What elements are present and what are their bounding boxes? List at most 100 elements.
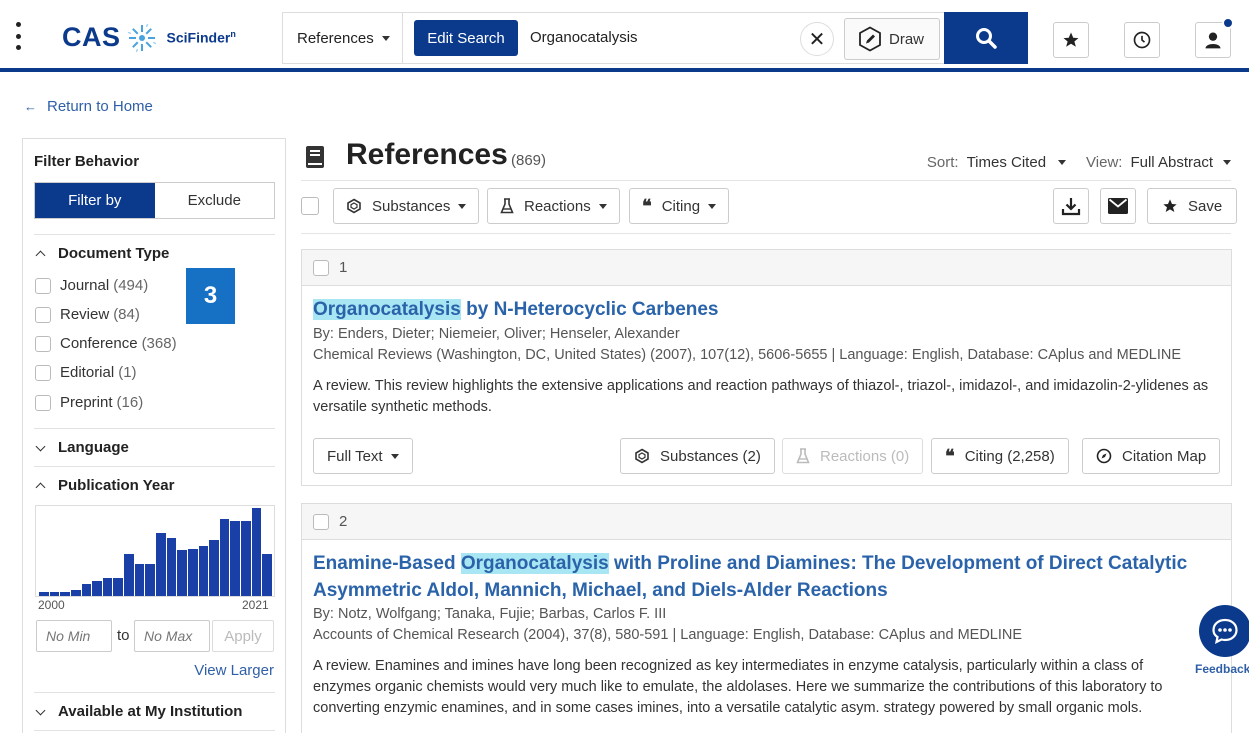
histogram-bar[interactable] — [165, 537, 177, 596]
envelope-icon — [1108, 198, 1128, 214]
histogram-bar[interactable] — [155, 532, 166, 596]
histogram-bar[interactable] — [197, 545, 209, 596]
flask-icon — [500, 198, 514, 214]
histogram-bar[interactable] — [240, 521, 251, 596]
citation-map-button[interactable]: Citation Map — [1082, 438, 1221, 474]
email-button[interactable] — [1100, 188, 1136, 224]
result-source: Chemical Reviews (Washington, DC, United… — [313, 347, 1182, 363]
caret-down-icon — [1223, 160, 1231, 165]
available-at-institution-header[interactable]: Available at My Institution — [35, 703, 242, 720]
menu-icon[interactable] — [14, 22, 22, 50]
result-card: 2 Enamine-Based Organocatalysis with Pro… — [301, 503, 1232, 733]
histogram-bar[interactable] — [261, 553, 272, 596]
sort-dropdown[interactable]: Times Cited — [967, 154, 1046, 171]
doc-type-preprint[interactable]: Preprint (16) — [35, 394, 143, 411]
citing-toolbar-button[interactable]: ❝ Citing — [629, 188, 730, 224]
reactions-toolbar-button[interactable]: Reactions — [487, 188, 620, 224]
divider — [34, 692, 275, 693]
result-checkbox[interactable] — [313, 513, 329, 530]
select-all-checkbox[interactable] — [301, 197, 319, 215]
histogram-bar[interactable] — [250, 508, 262, 596]
year-min-input[interactable]: No Min — [36, 620, 112, 652]
feedback-label[interactable]: Feedback — [1195, 662, 1249, 676]
year-range-to-label: to — [117, 627, 130, 644]
histogram-bar[interactable] — [80, 583, 92, 596]
quote-icon: ❝ — [945, 445, 955, 467]
filter-by-button[interactable]: Filter by — [35, 183, 155, 218]
substance-hexagon-icon — [634, 448, 650, 464]
logo-cas-text: CAS — [62, 22, 121, 52]
substance-hexagon-icon — [346, 198, 362, 214]
histogram-bar[interactable] — [144, 564, 155, 596]
checkbox[interactable] — [35, 306, 51, 323]
view-dropdown[interactable]: Full Abstract — [1130, 154, 1213, 171]
download-button[interactable] — [1053, 188, 1089, 224]
checkbox[interactable] — [35, 335, 51, 352]
histogram-bar[interactable] — [133, 564, 145, 596]
chevron-up-icon — [35, 482, 46, 493]
edit-search-button[interactable]: Edit Search — [414, 20, 518, 56]
view-larger-link[interactable]: View Larger — [194, 662, 274, 679]
search-input[interactable]: Organocatalysis — [530, 29, 638, 46]
draw-button[interactable]: Draw — [844, 18, 940, 60]
publication-year-header[interactable]: Publication Year — [35, 477, 174, 494]
substances-toolbar-button[interactable]: Substances — [333, 188, 480, 224]
doc-type-journal[interactable]: Journal (494) — [35, 277, 148, 294]
histogram-bar[interactable] — [38, 592, 49, 596]
result-title-link[interactable]: Organocatalysis by N-Heterocyclic Carben… — [313, 296, 719, 323]
full-text-button[interactable]: Full Text — [313, 438, 413, 474]
feedback-button[interactable] — [1199, 605, 1249, 657]
year-max-input[interactable]: No Max — [134, 620, 210, 652]
flask-icon — [796, 448, 810, 464]
filter-behavior-toggle: Filter by Exclude — [34, 182, 275, 219]
histogram-bar[interactable] — [186, 549, 198, 596]
histogram-bar[interactable] — [112, 577, 124, 596]
doc-type-conference[interactable]: Conference (368) — [35, 335, 177, 352]
result-header: 2 — [302, 504, 1231, 540]
result-reactions-button[interactable]: Reactions (0) — [782, 438, 924, 474]
checkbox[interactable] — [35, 364, 51, 381]
histogram-bar[interactable] — [69, 589, 81, 596]
histogram-bar[interactable] — [208, 539, 219, 596]
histogram-bar[interactable] — [176, 550, 187, 596]
favorites-button[interactable] — [1053, 22, 1089, 58]
result-checkbox[interactable] — [313, 259, 329, 276]
checkbox[interactable] — [35, 277, 51, 294]
cas-logo-mark-icon — [127, 23, 156, 52]
result-header: 1 — [302, 250, 1231, 286]
results-count: (869) — [511, 152, 547, 169]
histogram-bar[interactable] — [229, 521, 241, 596]
search-icon — [976, 28, 997, 49]
histogram-bar[interactable] — [59, 591, 70, 596]
result-abstract: A review. This review highlights the ext… — [313, 378, 1209, 415]
result-title-link[interactable]: Enamine-Based Organocatalysis with Proli… — [313, 550, 1193, 604]
histogram-bar[interactable] — [48, 591, 60, 596]
histogram-bar[interactable] — [218, 519, 230, 596]
clear-search-button[interactable]: ✕ — [800, 22, 834, 56]
return-to-home-link[interactable]: ← Return to Home — [24, 98, 153, 115]
exclude-button[interactable]: Exclude — [155, 183, 275, 218]
doc-type-review[interactable]: Review (84) — [35, 306, 140, 323]
checkbox[interactable] — [35, 394, 51, 411]
doc-type-editorial[interactable]: Editorial (1) — [35, 364, 137, 381]
language-header[interactable]: Language — [35, 439, 129, 456]
publication-year-histogram[interactable] — [35, 505, 275, 597]
histogram-bar[interactable] — [123, 553, 134, 596]
arrow-left-icon: ← — [24, 99, 37, 114]
apply-year-button[interactable]: Apply — [212, 620, 274, 652]
save-button[interactable]: Save — [1147, 188, 1238, 224]
search-scope-dropdown[interactable]: References — [282, 12, 402, 64]
sort-view-controls: Sort: Times Cited View: Full Abstract — [927, 154, 1231, 171]
search-button[interactable] — [944, 12, 1028, 64]
history-button[interactable] — [1124, 22, 1160, 58]
histogram-bar[interactable] — [101, 577, 113, 596]
callout-badge: 3 — [186, 268, 235, 324]
result-substances-button[interactable]: Substances (2) — [620, 438, 775, 474]
user-account-button[interactable] — [1195, 17, 1234, 58]
book-icon — [306, 146, 324, 168]
histogram-bar[interactable] — [91, 581, 102, 596]
cas-scifinder-logo[interactable]: CAS SciFindern — [62, 22, 236, 53]
quote-icon: ❝ — [642, 195, 652, 217]
result-citing-button[interactable]: ❝ Citing (2,258) — [931, 438, 1069, 474]
document-type-header[interactable]: Document Type — [35, 245, 169, 262]
